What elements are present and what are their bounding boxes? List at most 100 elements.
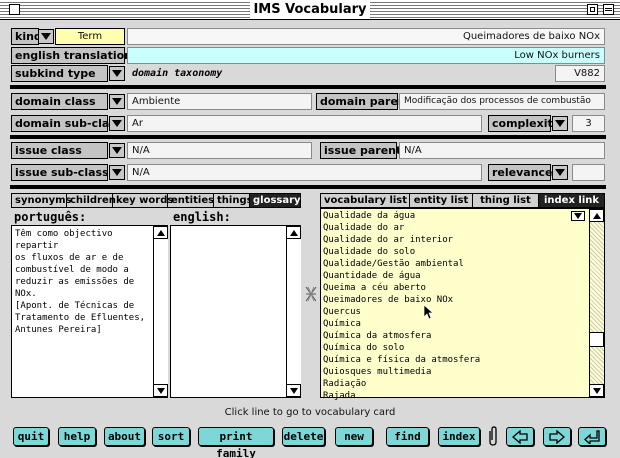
- domain-subclass-label: domain sub-class: [11, 115, 122, 132]
- return-arrow-icon[interactable]: [578, 427, 606, 446]
- portugues-label: português:: [14, 210, 87, 224]
- relevance-dropdown-icon[interactable]: [552, 165, 568, 180]
- vocabulary-list-item[interactable]: Qualidade da água: [323, 210, 585, 222]
- vocabulary-list-item[interactable]: Qualidade/Gestão ambiental: [323, 258, 585, 270]
- subkind-dropdown-icon[interactable]: [109, 66, 125, 81]
- paperclip-icon[interactable]: [487, 425, 499, 447]
- collapse-box-icon[interactable]: [603, 4, 614, 15]
- issue-parent-field[interactable]: N/A: [399, 142, 605, 159]
- vocabulary-list-item[interactable]: Quiosques multimedia: [323, 366, 585, 378]
- portugues-scrollbar[interactable]: [153, 226, 168, 397]
- domain-subclass-dropdown-icon[interactable]: [109, 116, 125, 131]
- new-button[interactable]: new: [335, 427, 373, 446]
- tab-things[interactable]: things: [214, 194, 253, 207]
- vocabulary-list-item[interactable]: Qualidade do ar interior: [323, 234, 585, 246]
- tab-index-link[interactable]: index link: [539, 194, 604, 207]
- arrow-right-icon[interactable]: [543, 427, 571, 446]
- zoom-box-icon[interactable]: [587, 4, 598, 15]
- scroll-up-arrow-icon[interactable]: [287, 226, 301, 239]
- close-box-icon[interactable]: [9, 4, 20, 15]
- complexity-dropdown-icon[interactable]: [552, 116, 568, 131]
- relevance-label: relevance: [488, 164, 553, 181]
- mouse-pointer-icon: [423, 304, 434, 320]
- text-line: [Apont. de Técnicas de: [15, 301, 135, 311]
- vocabulary-list-item[interactable]: Queimadores de baixo NOx: [323, 294, 585, 306]
- kind-dropdown-icon[interactable]: [38, 29, 54, 44]
- text-line: os fluxos de ar e de: [15, 253, 124, 263]
- domain-parent-label: domain parent: [316, 93, 411, 110]
- english-textarea[interactable]: [170, 225, 301, 398]
- relevance-field[interactable]: [572, 164, 605, 181]
- tab-synonyms[interactable]: synonyms: [12, 194, 71, 207]
- help-button[interactable]: help: [58, 427, 96, 446]
- issue-class-dropdown-icon[interactable]: [109, 143, 125, 158]
- scroll-down-arrow-icon[interactable]: [287, 384, 301, 397]
- vocabulary-items: Qualidade da água Qualidade do ar Qualidad…: [323, 210, 585, 402]
- sort-button[interactable]: sort: [152, 427, 190, 446]
- subkind-value: domain taxonomy: [132, 68, 223, 79]
- domain-class-dropdown-icon[interactable]: [109, 94, 125, 109]
- tab-vocabulary-list[interactable]: vocabulary list: [321, 194, 410, 207]
- complexity-field[interactable]: 3: [572, 115, 605, 132]
- tab-key-words[interactable]: key words: [113, 194, 173, 207]
- issue-subclass-field[interactable]: N/A: [127, 164, 482, 181]
- print-family-button[interactable]: print family: [198, 427, 274, 458]
- vocabulary-list-item[interactable]: Química da atmosfera: [323, 330, 585, 342]
- scroll-down-arrow-icon[interactable]: [590, 384, 604, 397]
- vocabulary-list-item[interactable]: Qualidade do ar: [323, 222, 585, 234]
- kind-label: kind: [11, 28, 42, 45]
- tab-entity-list[interactable]: entity list: [410, 194, 473, 207]
- scroll-up-arrow-icon[interactable]: [154, 226, 168, 239]
- kind-value[interactable]: Term: [55, 28, 125, 45]
- scroll-thumb[interactable]: [590, 332, 604, 347]
- vocabulary-list-item[interactable]: Quercus: [323, 306, 585, 318]
- tab-children[interactable]: children: [67, 194, 116, 207]
- text-line: Tratamento de Efluentes,: [15, 313, 146, 323]
- arrow-left-icon[interactable]: [506, 427, 534, 446]
- title-bar[interactable]: IMS Vocabulary: [0, 0, 620, 20]
- domain-subclass-field[interactable]: Ar: [127, 115, 482, 132]
- index-button[interactable]: index: [438, 427, 480, 446]
- vocabulary-list-item[interactable]: Queima a céu aberto: [323, 282, 585, 294]
- text-line: Antunes Pereira]: [15, 325, 102, 335]
- issue-subclass-dropdown-icon[interactable]: [109, 165, 125, 180]
- find-button[interactable]: find: [386, 427, 429, 446]
- vocabulary-list[interactable]: Qualidade da água Qualidade do ar Qualidad…: [320, 208, 605, 401]
- scroll-up-arrow-icon[interactable]: [590, 209, 604, 222]
- vocabulary-list-item[interactable]: Quantidade de água: [323, 270, 585, 282]
- link-icon[interactable]: [304, 285, 318, 303]
- vocabulary-list-item[interactable]: Rajada: [323, 390, 585, 402]
- quit-button[interactable]: quit: [13, 427, 49, 446]
- complexity-label: complexity: [488, 115, 560, 132]
- tab-thing-list[interactable]: thing list: [473, 194, 539, 207]
- vocabulary-list-item[interactable]: Qualidade do solo: [323, 246, 585, 258]
- issue-class-field[interactable]: N/A: [127, 142, 312, 159]
- list-dropdown-icon[interactable]: [571, 211, 585, 221]
- tab-entities[interactable]: entities: [168, 194, 214, 207]
- left-tab-bar: synonyms children key words entities thi…: [11, 193, 301, 208]
- domain-parent-field[interactable]: Modificação dos processos de combustão: [399, 93, 605, 110]
- return-arrow-glyph: [584, 430, 600, 446]
- issue-class-label: issue class: [11, 142, 108, 159]
- hint-text: Click line to go to vocabulary card: [224, 407, 396, 418]
- vocabulary-scrollbar[interactable]: [589, 209, 604, 397]
- arrow-right-glyph: [549, 429, 565, 445]
- english-label: english:: [173, 210, 231, 224]
- vocabulary-list-item[interactable]: Radiação: [323, 378, 585, 390]
- english-translation-field[interactable]: Low NOx burners: [127, 47, 605, 64]
- english-scrollbar[interactable]: [286, 226, 301, 397]
- domain-class-field[interactable]: Ambiente: [127, 93, 312, 110]
- about-button[interactable]: about: [104, 427, 145, 446]
- english-translation-label: english translation: [11, 47, 132, 64]
- portugues-textarea[interactable]: Têm como objectivo repartir os fluxos de…: [11, 225, 168, 398]
- scroll-down-arrow-icon[interactable]: [154, 384, 168, 397]
- issue-subclass-label: issue sub-class: [11, 164, 109, 181]
- vocabulary-list-item[interactable]: Química e física da atmosfera: [323, 354, 585, 366]
- tab-glossary[interactable]: glossary: [250, 194, 301, 207]
- vocabulary-list-item[interactable]: Química: [323, 318, 585, 330]
- delete-button[interactable]: delete: [282, 427, 325, 446]
- vocabulary-list-item[interactable]: Química do solo: [323, 342, 585, 354]
- term-field[interactable]: Queimadores de baixo NOx: [127, 28, 605, 45]
- subkind-code: V882: [555, 65, 605, 82]
- divider: [10, 135, 606, 139]
